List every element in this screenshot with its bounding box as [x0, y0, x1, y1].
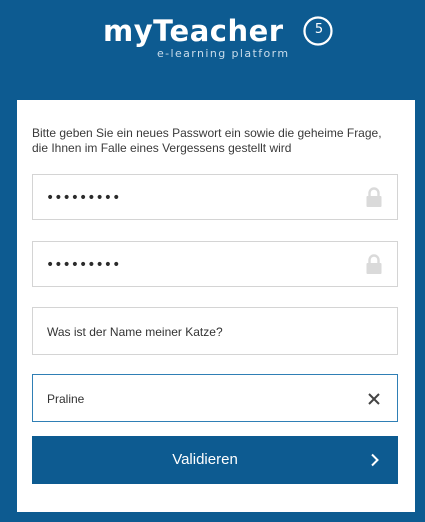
logo-subtitle: e-learning platform: [157, 47, 290, 60]
lock-icon: [366, 187, 382, 207]
confirm-password-field[interactable]: •••••••••: [32, 241, 398, 287]
chevron-right-icon: [371, 453, 379, 467]
secret-answer-field[interactable]: Praline: [32, 374, 398, 422]
logo-version: 5: [314, 22, 324, 37]
confirm-password-value: •••••••••: [46, 257, 121, 273]
validate-button[interactable]: Validieren: [32, 436, 398, 484]
lock-icon: [366, 254, 382, 274]
validate-button-label: Validieren: [172, 451, 238, 468]
logo-title: myTeacher: [103, 14, 284, 48]
brand-logo: myTeacher 5 e-learning platform: [0, 14, 425, 64]
new-password-value: •••••••••: [46, 190, 121, 206]
close-icon[interactable]: [367, 392, 381, 406]
instruction-text: Bitte geben Sie ein neues Passwort ein s…: [32, 126, 382, 155]
password-reset-card: Bitte geben Sie ein neues Passwort ein s…: [17, 100, 415, 512]
secret-answer-value: Praline: [47, 392, 85, 406]
new-password-field[interactable]: •••••••••: [32, 174, 398, 220]
secret-question-field[interactable]: Was ist der Name meiner Katze?: [32, 307, 398, 355]
secret-question-value: Was ist der Name meiner Katze?: [47, 325, 223, 339]
